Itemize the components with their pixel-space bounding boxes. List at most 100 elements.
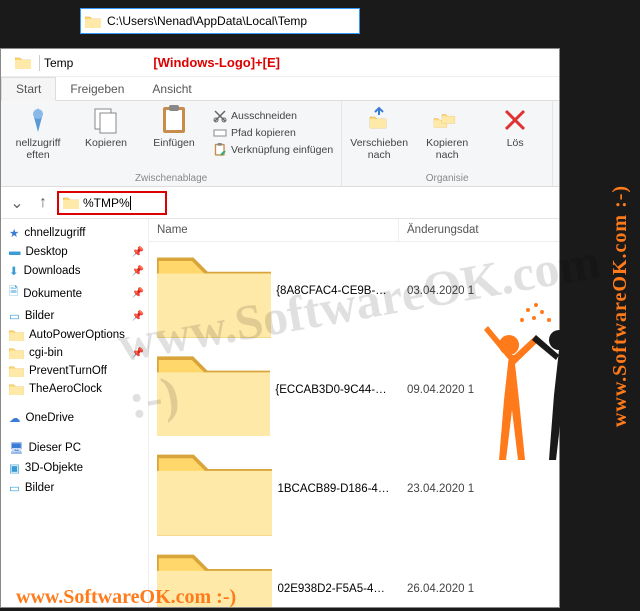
file-row[interactable]: 1BCACB89-D186-4EAD-A7CC-BA78E7DB...23.04… bbox=[149, 439, 559, 539]
sidebar-label: OneDrive bbox=[26, 412, 75, 424]
ribbon-group-clipboard: nellzugriff eften Kopieren Einfügen Auss… bbox=[1, 101, 342, 186]
pin-icon: 📌 bbox=[132, 266, 144, 277]
navigation-pane: ★ chnellzugriff ▬ Desktop 📌 ⬇ Downloads … bbox=[1, 219, 149, 607]
folder-icon bbox=[9, 383, 24, 395]
pin-label: nellzugriff eften bbox=[16, 137, 61, 161]
pin-icon: 📌 bbox=[132, 311, 144, 322]
file-row[interactable]: {8A8CFAC4-CE9B-4DEC-9997-7E4A30E6E... 03.… bbox=[149, 242, 559, 341]
folder-icon bbox=[157, 245, 271, 338]
cut-button[interactable]: Ausschneiden bbox=[213, 109, 333, 123]
scissors-icon bbox=[213, 109, 227, 123]
ribbon: nellzugriff eften Kopieren Einfügen Auss… bbox=[1, 101, 559, 187]
sidebar-label: TheAeroClock bbox=[29, 383, 102, 395]
file-list-pane: Name Änderungsdat {8A8CFAC4-CE9B-4DEC-99… bbox=[149, 219, 559, 607]
content-area: ★ chnellzugriff ▬ Desktop 📌 ⬇ Downloads … bbox=[1, 219, 559, 607]
column-date-header[interactable]: Änderungsdat bbox=[399, 219, 559, 241]
sidebar-item-autopower[interactable]: AutoPowerOptions bbox=[1, 326, 148, 344]
sidebar-label: cgi-bin bbox=[29, 347, 63, 359]
window-title: Temp bbox=[44, 56, 73, 70]
sidebar-item-aero[interactable]: TheAeroClock bbox=[1, 380, 148, 398]
text-cursor bbox=[130, 196, 131, 210]
sidebar-label: AutoPowerOptions bbox=[29, 329, 125, 341]
moveto-label: Verschieben nach bbox=[350, 137, 408, 161]
sidebar-label: 3D-Objekte bbox=[25, 462, 83, 474]
pictures-icon: ▭ bbox=[9, 481, 20, 495]
file-date: 09.04.2020 1 bbox=[399, 382, 559, 398]
address-input[interactable]: %TMP% bbox=[57, 191, 167, 215]
file-name: {8A8CFAC4-CE9B-4DEC-9997-7E4A30E6E... bbox=[276, 285, 391, 297]
tab-start[interactable]: Start bbox=[1, 77, 56, 101]
delete-button[interactable]: Lös bbox=[486, 105, 544, 161]
pictures-icon: ▭ bbox=[9, 309, 20, 323]
up-icon[interactable]: ↑ bbox=[31, 191, 55, 215]
sidebar-item-cgi[interactable]: cgi-bin 📌 bbox=[1, 344, 148, 362]
moveto-button[interactable]: Verschieben nach bbox=[350, 105, 408, 161]
chevron-down-icon[interactable]: ⌄ bbox=[5, 191, 29, 215]
file-name: 02E938D2-F5A5-4375-B078-C7EEAFC919D bbox=[277, 583, 391, 595]
sidebar-label: Downloads bbox=[24, 265, 81, 277]
group-label-clipboard: Zwischenablage bbox=[135, 171, 207, 184]
folder-icon bbox=[157, 344, 270, 436]
cube-icon: ▣ bbox=[9, 461, 20, 475]
sidebar-item-thispc[interactable]: 🖥 Dieser PC bbox=[1, 438, 148, 458]
copyto-icon bbox=[432, 105, 462, 135]
watermark-side: www.SoftwareOK.com :-) bbox=[609, 184, 632, 426]
sidebar-item-quickaccess[interactable]: ★ chnellzugriff bbox=[1, 223, 148, 243]
titlebar: Temp [Windows-Logo]+[E] bbox=[1, 49, 559, 77]
copyto-label: Kopieren nach bbox=[426, 137, 468, 161]
sidebar-item-prevent[interactable]: PreventTurnOff bbox=[1, 362, 148, 380]
sidebar-label: Dieser PC bbox=[29, 442, 81, 454]
pastelink-button[interactable]: Verknüpfung einfügen bbox=[213, 143, 333, 157]
sidebar-item-desktop[interactable]: ▬ Desktop 📌 bbox=[1, 243, 148, 261]
sidebar-item-downloads[interactable]: ⬇ Downloads 📌 bbox=[1, 261, 148, 281]
tab-ansicht[interactable]: Ansicht bbox=[138, 78, 205, 100]
top-address-bar[interactable]: C:\Users\Nenad\AppData\Local\Temp bbox=[80, 8, 360, 34]
cloud-icon: ☁ bbox=[9, 411, 21, 425]
pastelink-label: Verknüpfung einfügen bbox=[231, 144, 333, 156]
pin-icon bbox=[23, 105, 53, 135]
copy-button[interactable]: Kopieren bbox=[77, 105, 135, 161]
pin-icon: 📌 bbox=[132, 348, 144, 359]
folder-icon bbox=[9, 365, 24, 377]
hotkey-annotation: [Windows-Logo]+[E] bbox=[153, 55, 280, 70]
pin-icon: 📌 bbox=[132, 247, 144, 258]
copypath-button[interactable]: Pfad kopieren bbox=[213, 126, 333, 140]
sidebar-label: Desktop bbox=[26, 246, 68, 258]
shortcut-icon bbox=[213, 143, 227, 157]
explorer-window: Temp [Windows-Logo]+[E] Start Freigeben … bbox=[0, 48, 560, 608]
paste-button[interactable]: Einfügen bbox=[145, 105, 203, 161]
copy-icon bbox=[91, 105, 121, 135]
file-name: {ECCAB3D0-9C44-45D4-89EE-BFE35DB7D... bbox=[275, 384, 391, 396]
pc-icon: 🖥 bbox=[9, 441, 24, 455]
folder-icon bbox=[15, 56, 31, 69]
sidebar-label: Dokumente bbox=[23, 288, 82, 300]
path-icon bbox=[213, 126, 227, 140]
ribbon-group-organize: Verschieben nach Kopieren nach Lös Organ… bbox=[342, 101, 553, 186]
file-name: 1BCACB89-D186-4EAD-A7CC-BA78E7DB... bbox=[277, 483, 391, 495]
address-text: %TMP% bbox=[83, 196, 130, 210]
sidebar-item-pictures2[interactable]: ▭ Bilder bbox=[1, 478, 148, 498]
sidebar-label: chnellzugriff bbox=[24, 227, 85, 239]
ribbon-tabs: Start Freigeben Ansicht bbox=[1, 77, 559, 101]
copyto-button[interactable]: Kopieren nach bbox=[418, 105, 476, 161]
pin-quickaccess-button[interactable]: nellzugriff eften bbox=[9, 105, 67, 161]
sidebar-item-onedrive[interactable]: ☁ OneDrive bbox=[1, 408, 148, 428]
folder-icon bbox=[9, 329, 24, 341]
sidebar-item-documents[interactable]: 🗎 Dokumente 📌 bbox=[1, 281, 148, 306]
sidebar-item-pictures[interactable]: ▭ Bilder 📌 bbox=[1, 306, 148, 326]
watermark-bottom: www.SoftwareOK.com :-) bbox=[16, 586, 236, 609]
sidebar-item-3dobjects[interactable]: ▣ 3D-Objekte bbox=[1, 458, 148, 478]
file-date: 03.04.2020 1 bbox=[399, 283, 559, 299]
file-row[interactable]: {ECCAB3D0-9C44-45D4-89EE-BFE35DB7D... 09.… bbox=[149, 341, 559, 439]
column-headers: Name Änderungsdat bbox=[149, 219, 559, 242]
clipboard-icon bbox=[159, 105, 189, 135]
folder-icon bbox=[85, 15, 101, 28]
folder-icon bbox=[157, 442, 272, 536]
sidebar-label: PreventTurnOff bbox=[29, 365, 107, 377]
desktop-icon: ▬ bbox=[9, 246, 21, 258]
tab-freigeben[interactable]: Freigeben bbox=[56, 78, 138, 100]
cut-label: Ausschneiden bbox=[231, 110, 297, 122]
column-name-header[interactable]: Name bbox=[149, 219, 399, 241]
top-path-text: C:\Users\Nenad\AppData\Local\Temp bbox=[107, 14, 307, 28]
pin-icon: 📌 bbox=[132, 288, 144, 299]
